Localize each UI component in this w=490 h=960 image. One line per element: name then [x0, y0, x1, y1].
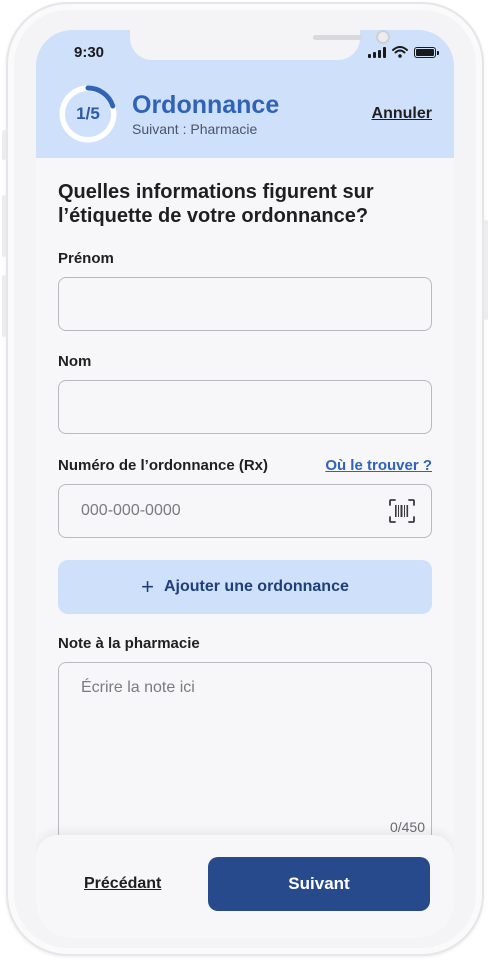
where-to-find-link[interactable]: Où le trouver ? [325, 457, 432, 474]
phone-screen: 9:30 1/5 Ordonnance Suivant : Pharmacie … [36, 30, 454, 938]
barcode-scan-icon[interactable] [389, 499, 415, 523]
note-character-counter: 0/450 [389, 819, 425, 835]
notch [130, 30, 390, 60]
last-name-field[interactable] [58, 380, 432, 434]
note-label: Note à la pharmacie [58, 635, 200, 652]
rx-number-field[interactable] [58, 484, 432, 538]
add-prescription-label: Ajouter une ordonnance [163, 578, 349, 595]
note-field[interactable]: 0/450 [58, 662, 432, 862]
note-textarea[interactable] [59, 663, 431, 861]
camera [376, 30, 390, 44]
signal-icon [368, 46, 386, 58]
plus-icon: + [141, 574, 154, 599]
next-button[interactable]: Suivant [208, 857, 430, 911]
phone-side-button-left-mid [2, 195, 6, 257]
battery-icon [414, 46, 439, 58]
rx-number-input[interactable] [59, 485, 431, 537]
cancel-link[interactable]: Annuler [372, 105, 432, 123]
page-title: Ordonnance [132, 91, 280, 119]
footer-bar: Précédant Suivant [36, 835, 454, 938]
header: 9:30 1/5 Ordonnance Suivant : Pharmacie … [36, 30, 454, 158]
rx-number-label: Numéro de l’ordonnance (Rx) [58, 457, 269, 474]
step-counter: 1/5 [76, 104, 100, 123]
last-name-input[interactable] [59, 381, 431, 433]
status-icons [368, 46, 439, 58]
phone-side-button-left-bottom [2, 275, 6, 337]
first-name-field[interactable] [58, 277, 432, 331]
add-prescription-button[interactable]: + Ajouter une ordonnance [58, 560, 432, 614]
status-time: 9:30 [74, 44, 105, 61]
wifi-icon [392, 46, 408, 58]
speaker [313, 35, 363, 40]
previous-button[interactable]: Précédant [84, 875, 161, 893]
next-step-subtitle: Suivant : Pharmacie [132, 121, 258, 137]
first-name-input[interactable] [59, 278, 431, 330]
phone-side-button-right [484, 220, 488, 320]
form-question: Quelles informations figurent sur l’étiq… [58, 181, 374, 227]
first-name-label: Prénom [58, 250, 114, 267]
last-name-label: Nom [58, 353, 92, 370]
phone-side-button-left-top [2, 130, 6, 160]
